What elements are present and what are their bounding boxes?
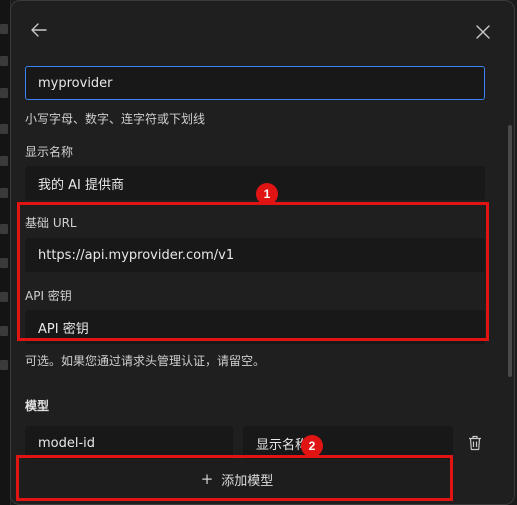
background-text-fragment — [0, 188, 8, 198]
background-text-fragment — [0, 56, 8, 66]
scrollbar-thumb[interactable] — [508, 125, 512, 377]
background-text-fragment — [0, 156, 8, 166]
close-icon — [476, 25, 490, 39]
background-text-fragment — [0, 326, 8, 336]
background-text-fragment — [0, 292, 8, 302]
base-url-value: https://api.myprovider.com/v1 — [38, 247, 235, 263]
api-key-label: API 密钥 — [25, 289, 72, 303]
add-model-label: 添加模型 — [221, 473, 274, 489]
api-key-input[interactable]: API 密钥 — [25, 310, 485, 344]
add-model-button[interactable]: + 添加模型 — [21, 459, 453, 499]
display-name-value: 我的 AI 提供商 — [38, 177, 124, 193]
model-display-name-input[interactable]: 显示名称 — [243, 426, 453, 460]
background-text-fragment — [0, 258, 8, 268]
delete-model-button[interactable] — [463, 431, 487, 455]
trash-icon — [469, 435, 481, 451]
display-name-label: 显示名称 — [25, 145, 74, 159]
model-id-input[interactable]: model-id — [25, 426, 233, 460]
background-text-fragment — [0, 224, 8, 234]
annotation-badge-2: 2 — [301, 435, 323, 457]
base-url-label: 基础 URL — [25, 216, 77, 230]
close-button[interactable] — [471, 20, 495, 44]
annotation-badge-1: 1 — [256, 183, 278, 205]
add-provider-dialog: myprovider 小写字母、数字、连字符或下划线 显示名称 我的 AI 提供… — [10, 0, 515, 505]
provider-id-hint: 小写字母、数字、连字符或下划线 — [25, 112, 206, 126]
models-label: 模型 — [25, 399, 50, 413]
model-id-value: model-id — [38, 435, 96, 451]
plus-icon: + — [200, 470, 214, 488]
api-key-placeholder: API 密钥 — [38, 321, 89, 337]
provider-id-input[interactable]: myprovider — [25, 66, 485, 100]
arrow-left-icon — [31, 23, 47, 37]
provider-id-value: myprovider — [38, 75, 113, 91]
display-name-input[interactable]: 我的 AI 提供商 — [25, 166, 485, 200]
base-url-input[interactable]: https://api.myprovider.com/v1 — [25, 238, 485, 272]
back-button[interactable] — [27, 18, 51, 42]
background-text-fragment — [0, 360, 8, 370]
background-text-fragment — [0, 124, 8, 134]
api-key-hint: 可选。如果您通过请求头管理认证，请留空。 — [25, 354, 266, 368]
background-text-fragment — [0, 24, 8, 34]
background-text-fragment — [0, 88, 8, 98]
